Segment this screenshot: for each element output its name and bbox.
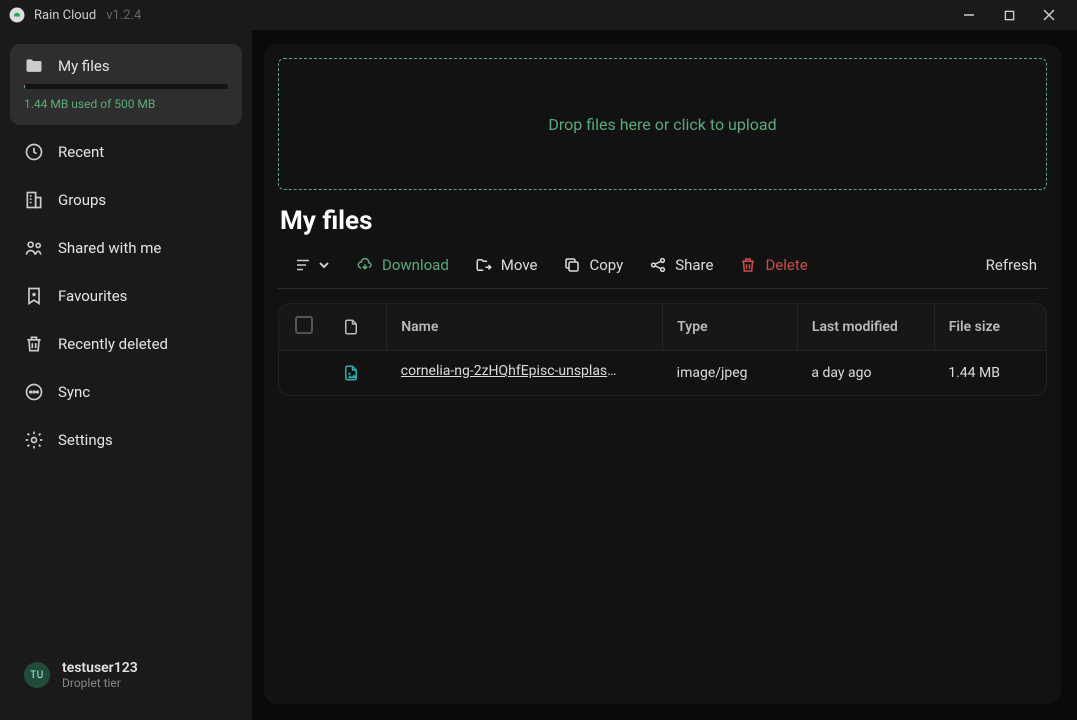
user-tier: Droplet tier — [62, 676, 138, 690]
gear-icon — [24, 430, 44, 450]
titlebar: Rain Cloud v1.2.4 — [0, 0, 1077, 30]
sidebar-item-label: My files — [58, 57, 110, 75]
sidebar-item-label: Sync — [58, 383, 90, 401]
sidebar-item-label: Settings — [58, 431, 113, 449]
copy-button[interactable]: Copy — [563, 256, 623, 274]
window-controls — [949, 0, 1069, 30]
app-title: Rain Cloud — [34, 8, 96, 23]
copy-icon — [563, 256, 581, 274]
download-button[interactable]: Download — [356, 256, 449, 274]
sidebar-item-recently-deleted[interactable]: Recently deleted — [10, 323, 242, 365]
clock-icon — [24, 142, 44, 162]
app-logo-icon — [8, 6, 26, 24]
storage-usage-bar — [24, 84, 228, 89]
move-button[interactable]: Move — [475, 256, 538, 274]
move-icon — [475, 256, 493, 274]
select-all-checkbox[interactable] — [295, 316, 313, 334]
sidebar: My files 1.44 MB used of 500 MB Recent G… — [0, 30, 252, 720]
building-icon — [24, 190, 44, 210]
sidebar-item-my-files[interactable]: My files 1.44 MB used of 500 MB — [10, 44, 242, 125]
user-name: testuser123 — [62, 660, 138, 676]
folder-icon — [24, 56, 44, 76]
chevron-down-icon — [318, 259, 330, 271]
sidebar-item-recent[interactable]: Recent — [10, 131, 242, 173]
table-row[interactable]: cornelia-ng-2zHQhfEpisc-unsplash.jpg ima… — [279, 351, 1046, 396]
file-icon — [342, 318, 372, 336]
sidebar-item-shared[interactable]: Shared with me — [10, 227, 242, 269]
delete-button[interactable]: Delete — [739, 256, 807, 274]
column-header-size[interactable]: File size — [934, 304, 1046, 351]
page-title: My files — [278, 204, 1047, 236]
file-size: 1.44 MB — [934, 351, 1046, 396]
people-icon — [24, 238, 44, 258]
sidebar-item-label: Recently deleted — [58, 335, 168, 353]
minimize-button[interactable] — [949, 0, 989, 30]
copy-label: Copy — [589, 256, 623, 274]
sidebar-item-label: Favourites — [58, 287, 127, 305]
app-version: v1.2.4 — [106, 8, 141, 23]
file-type: image/jpeg — [663, 351, 798, 396]
column-header-modified[interactable]: Last modified — [812, 319, 920, 335]
share-button[interactable]: Share — [649, 256, 713, 274]
maximize-button[interactable] — [989, 0, 1029, 30]
share-label: Share — [675, 256, 713, 274]
file-name-link[interactable]: cornelia-ng-2zHQhfEpisc-unsplash.jpg — [401, 363, 621, 379]
column-header-name[interactable]: Name — [387, 304, 663, 351]
chat-icon — [24, 382, 44, 402]
close-button[interactable] — [1029, 0, 1069, 30]
dropzone-text: Drop files here or click to upload — [548, 115, 776, 134]
table-header-row: Name Type Last modified File size — [279, 304, 1046, 351]
download-cloud-icon — [356, 256, 374, 274]
download-label: Download — [382, 256, 449, 274]
trash-icon — [739, 256, 757, 274]
image-file-icon — [342, 364, 372, 382]
sidebar-item-label: Shared with me — [58, 239, 161, 257]
sort-button[interactable] — [294, 256, 330, 274]
refresh-button[interactable]: Refresh — [986, 256, 1037, 274]
sidebar-item-sync[interactable]: Sync — [10, 371, 242, 413]
upload-dropzone[interactable]: Drop files here or click to upload — [278, 58, 1047, 190]
sidebar-item-label: Groups — [58, 191, 106, 209]
sidebar-item-label: Recent — [58, 143, 104, 161]
bookmark-icon — [24, 286, 44, 306]
file-toolbar: Download Move Copy — [278, 250, 1047, 289]
delete-label: Delete — [765, 256, 807, 274]
sidebar-item-groups[interactable]: Groups — [10, 179, 242, 221]
share-icon — [649, 256, 667, 274]
column-header-type[interactable]: Type — [663, 304, 798, 351]
files-table: Name Type Last modified File size — [278, 303, 1047, 396]
file-modified: a day ago — [797, 351, 934, 396]
user-profile[interactable]: TU testuser123 Droplet tier — [10, 652, 242, 706]
sidebar-item-favourites[interactable]: Favourites — [10, 275, 242, 317]
avatar: TU — [24, 662, 50, 688]
move-label: Move — [501, 256, 538, 274]
sidebar-item-settings[interactable]: Settings — [10, 419, 242, 461]
storage-usage-text: 1.44 MB used of 500 MB — [24, 97, 228, 111]
trash-icon — [24, 334, 44, 354]
main-content: Drop files here or click to upload My fi… — [252, 30, 1077, 720]
